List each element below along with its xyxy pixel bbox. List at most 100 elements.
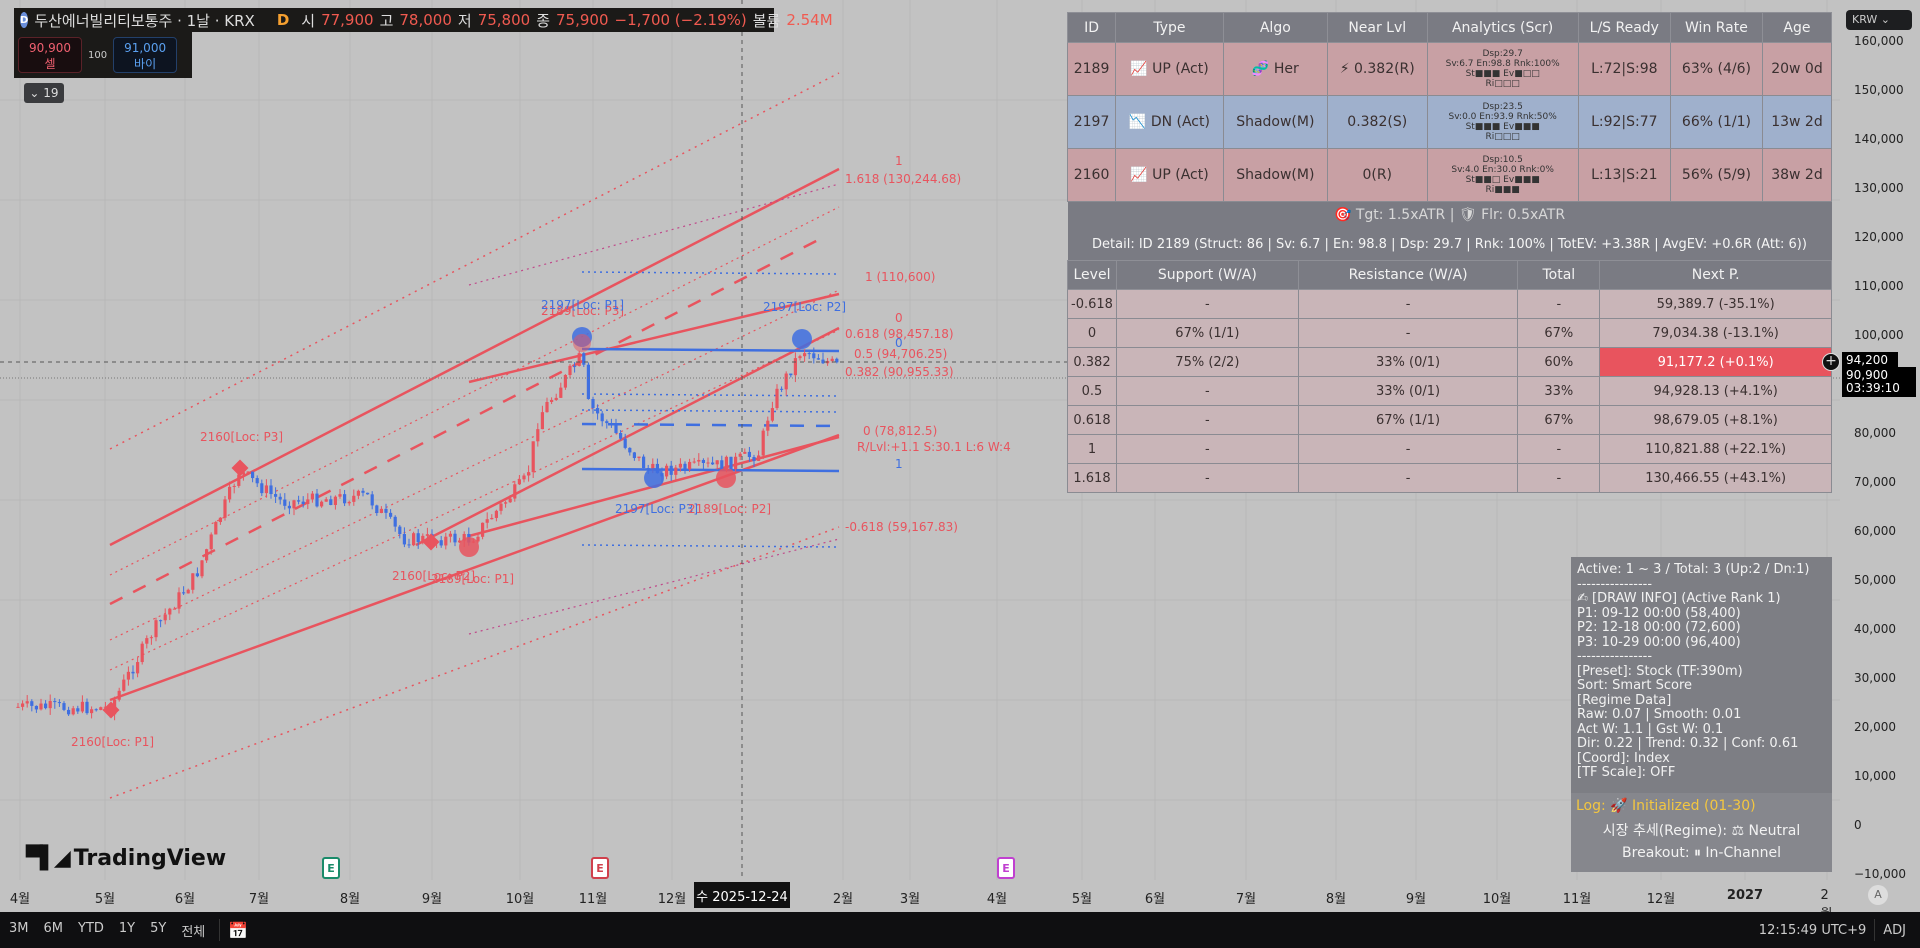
candle-body <box>586 364 590 399</box>
candle-body <box>25 701 29 704</box>
goto-date-calendar-icon[interactable]: 📅 <box>228 921 248 940</box>
candle-body <box>393 516 397 527</box>
info-line: ---------------- <box>1577 576 1653 592</box>
price-tick: 120,000 <box>1854 230 1904 244</box>
add-alert-plus-icon[interactable]: + <box>1822 353 1840 371</box>
bar-countdown: 03:39:10 <box>1846 381 1900 395</box>
candle-body <box>324 499 328 502</box>
signal-row[interactable]: 2189 📈 UP (Act) 🧬 Her ⚡ 0.382(R) Dsp:29.7 Sv:… <box>1066 42 1833 96</box>
candle-body <box>830 358 834 362</box>
tradingview-logo[interactable]: ▀▌◢ TradingView <box>26 846 226 871</box>
time-tick: 8월 <box>1325 892 1347 907</box>
range-button[interactable]: 5Y <box>150 921 166 940</box>
info-line: P1: 09-12 00:00 (58,400) <box>1577 605 1741 621</box>
time-tick: 11월 <box>578 892 608 907</box>
resistance-value: 33% (0/1) <box>1297 347 1519 377</box>
auto-scale-button[interactable]: A <box>1868 885 1888 905</box>
total-value: - <box>1517 289 1601 319</box>
candle-body <box>711 462 715 465</box>
price-axis[interactable]: 160,000 150,000 140,000 130,000 120,000 110,0… <box>1840 0 1920 912</box>
candle-body <box>665 465 669 477</box>
column-header: Win Rate <box>1669 12 1763 43</box>
candle-body <box>200 560 204 577</box>
info-line: [Coord]: Index <box>1577 750 1670 766</box>
candle-body <box>692 461 696 463</box>
time-tick: 7월 <box>1235 892 1257 907</box>
candle-body <box>140 643 144 663</box>
column-header: Analytics (Scr) <box>1426 12 1579 43</box>
level-table: Level Support (W/A) Resistance (W/A) Total N… <box>1067 260 1832 493</box>
level-row: -0.618- - -59,389.7 (-35.1%) <box>1067 289 1832 319</box>
info-line: [Regime Data] <box>1577 692 1672 708</box>
sell-label: 셀 <box>44 57 56 71</box>
symbol-logo: D <box>20 12 29 28</box>
info-line: Dir: 0.22 | Trend: 0.32 | Conf: 0.61 <box>1577 736 1799 751</box>
info-line: Active: 1 ~ 3 / Total: 3 (Up:2 / Dn:1) <box>1577 562 1810 577</box>
candle-body <box>126 671 130 680</box>
range-button[interactable]: 1Y <box>119 921 135 940</box>
level-row: 0.618-67% (1/1) 67% 98,679.05 (+8.1%) <box>1067 405 1832 435</box>
price-tick: 150,000 <box>1854 83 1904 97</box>
signal-row[interactable]: 2160 📈 UP (Act) Shadow(M) 0(R) Dsp:10.5 Sv:4.… <box>1066 148 1833 202</box>
analytics-line: Sv:0.0 En:93.9 Rnk:50% <box>1448 112 1557 122</box>
signal-row[interactable]: 2197 📉 DN (Act) Shadow(M) 0.382(S) Dsp:23.5 S… <box>1066 95 1833 149</box>
earnings-event-icon[interactable]: E <box>997 857 1015 879</box>
earnings-event-icon[interactable]: E <box>322 857 340 879</box>
level-value: 1 <box>1067 434 1117 464</box>
algo-label: Shadow(M) <box>1236 167 1315 183</box>
signal-algo: Shadow(M) <box>1222 148 1328 202</box>
candle-body <box>591 398 595 408</box>
change-value: −1,700 (−2.19%) <box>614 11 747 29</box>
chart-label: 0.382 (90,955.33) <box>845 365 954 379</box>
info-line: Sort: Smart Score <box>1577 678 1693 693</box>
time-tick: 4월 <box>9 892 31 907</box>
candle-body <box>527 472 531 476</box>
candle-body <box>476 536 480 542</box>
range-button[interactable]: 6M <box>44 921 64 940</box>
resistance-value: 67% (1/1) <box>1297 405 1519 435</box>
buy-button[interactable]: 91,000 바이 <box>113 37 178 73</box>
level-value: -0.618 <box>1067 289 1117 319</box>
currency-selector[interactable]: KRW ⌄ <box>1846 10 1912 30</box>
breakout-status: Breakout: ⏸ In-Channel <box>1622 845 1781 861</box>
candle-body <box>21 703 25 707</box>
pivot-marker <box>716 468 736 488</box>
candle-body <box>559 387 563 398</box>
time-axis[interactable]: 4월 5월 6월 7월 8월 9월 10월 11월 12월 2월 3월 4월 5월 6월 7월 8월 9월 10월… <box>0 880 1840 922</box>
near-level: 0.382(S) <box>1326 95 1428 149</box>
range-button[interactable]: 3M <box>9 921 29 940</box>
signal-id: 2197 <box>1066 95 1117 149</box>
column-header: Type <box>1115 12 1224 43</box>
chart-label: 1 <box>895 457 903 471</box>
resistance-value: - <box>1297 434 1519 464</box>
type-label: UP (Act) <box>1152 61 1209 77</box>
earnings-event-icon[interactable]: E <box>591 857 609 879</box>
price-tick: 100,000 <box>1854 328 1904 342</box>
adjust-button[interactable]: ADJ <box>1883 923 1906 938</box>
buy-price: 91,000 <box>124 41 167 55</box>
candle-body <box>34 705 38 710</box>
range-button[interactable]: YTD <box>78 921 104 940</box>
candle-body <box>264 485 268 494</box>
candle-body <box>766 420 770 431</box>
analytics-line: Dsp:23.5 <box>1482 102 1523 112</box>
support-value: - <box>1115 405 1299 435</box>
candle-body <box>186 589 190 594</box>
sell-button[interactable]: 90,900 셀 <box>18 37 82 73</box>
near-label: 0.382(S) <box>1347 114 1408 130</box>
trade-quantity[interactable]: 100 <box>88 50 107 61</box>
range-button[interactable]: 전체 <box>181 921 205 940</box>
candle-body <box>182 592 186 594</box>
clock[interactable]: 12:15:49 UTC+9 <box>1759 923 1866 938</box>
candle-body <box>807 353 811 355</box>
symbol-title[interactable]: 두산에너빌리티보통주 · 1날 · KRX <box>34 10 255 31</box>
candle-body <box>232 485 236 487</box>
candle-body <box>375 505 379 513</box>
candle-body <box>605 421 609 424</box>
candle-body <box>780 388 784 390</box>
near-level: ⚡ 0.382(R) <box>1326 42 1428 96</box>
trade-panel: 90,900 셀 100 91,000 바이 <box>14 32 192 78</box>
indicators-collapse-button[interactable]: ⌄ 19 <box>24 83 64 103</box>
analytics-line: St■■■ Ev■□□ <box>1465 69 1540 79</box>
candle-body <box>729 456 733 470</box>
